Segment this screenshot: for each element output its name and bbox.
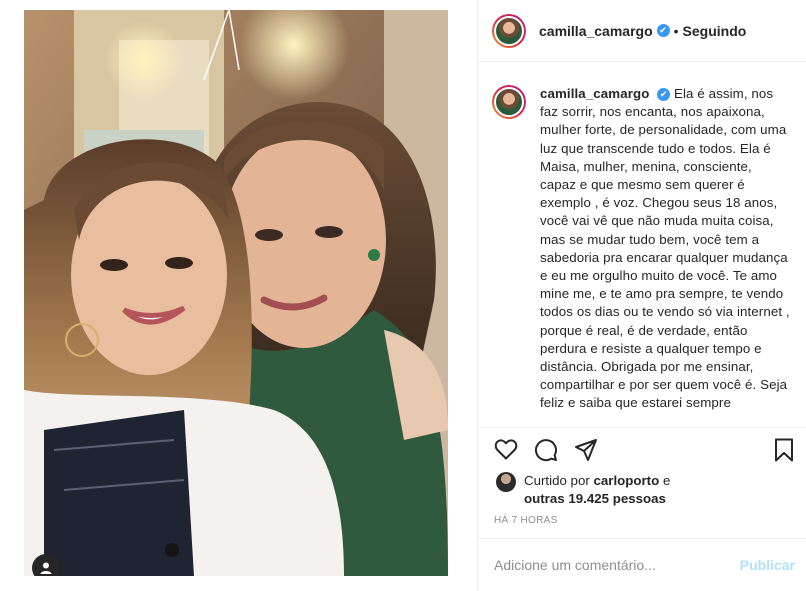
author-avatar[interactable] (492, 13, 526, 48)
caption-author-username[interactable]: camilla_camargo (540, 86, 649, 101)
author-username[interactable]: camilla_camargo (539, 23, 653, 39)
likes-prefix: Curtido por (524, 473, 590, 488)
likes-connector: e (662, 473, 671, 488)
post-sidebar: camilla_camargo ✔ • Seguindo camilla_cam… (477, 0, 806, 591)
comment-input[interactable] (494, 557, 740, 573)
following-button[interactable]: Seguindo (683, 23, 747, 39)
caption-verified-badge-icon: ✔ (657, 87, 671, 101)
comment-form: Publicar (478, 538, 806, 591)
caption-author-avatar[interactable] (492, 85, 526, 119)
post-photo[interactable] (24, 10, 448, 576)
post-modal: camilla_camargo ✔ • Seguindo camilla_cam… (0, 0, 806, 591)
caption-text: camilla_camargo ✔ Ela é assim, nos faz s… (540, 85, 791, 413)
comments-list[interactable]: camilla_camargo ✔ Ela é assim, nos faz s… (478, 63, 806, 428)
action-bar (478, 428, 806, 470)
user-tag-icon (40, 562, 52, 574)
share-icon[interactable] (574, 438, 598, 462)
bookmark-icon[interactable] (774, 438, 794, 462)
comment-icon[interactable] (534, 438, 558, 462)
tagged-users-button[interactable] (32, 554, 60, 576)
likes-text: Curtido por carloporto e outras 19.425 p… (524, 472, 724, 508)
heart-icon[interactable] (494, 438, 518, 460)
header-separator: • (673, 22, 679, 39)
photo-illustration (24, 10, 448, 576)
likes-summary: Curtido por carloporto e outras 19.425 p… (496, 472, 724, 508)
caption-body: Ela é assim, nos faz sorrir, nos encanta… (540, 86, 790, 411)
liker-avatar[interactable] (496, 472, 516, 492)
caption-item: camilla_camargo ✔ Ela é assim, nos faz s… (478, 63, 806, 413)
publish-button[interactable]: Publicar (740, 557, 795, 573)
liker-username[interactable]: carloporto (593, 473, 659, 488)
post-timestamp[interactable]: HÁ 7 HORAS (494, 515, 558, 526)
verified-badge-icon: ✔ (656, 24, 670, 37)
post-header: camilla_camargo ✔ • Seguindo (478, 0, 806, 62)
likes-count-link[interactable]: outras 19.425 pessoas (524, 491, 666, 506)
